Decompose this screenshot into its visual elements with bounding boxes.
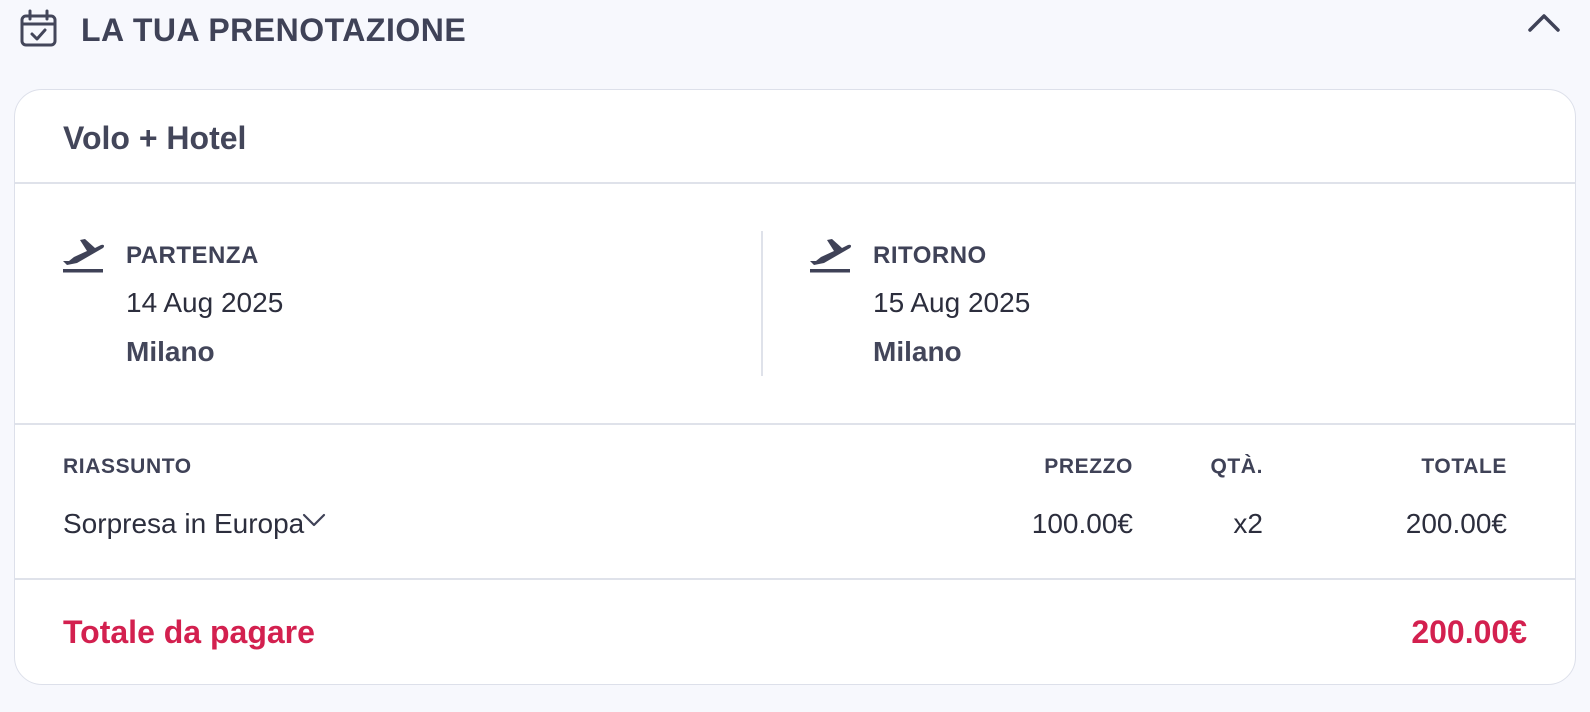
item-total: 200.00€ [1405, 508, 1507, 539]
summary-header-total: TOTALE [1421, 455, 1507, 478]
booking-card: Volo + Hotel PARTENZA 14 Aug 2025 Milano… [14, 89, 1576, 685]
item-qty: x2 [1233, 508, 1263, 539]
return-date: 15 Aug 2025 [873, 287, 1031, 318]
section-title: LA TUA PRENOTAZIONE [81, 12, 467, 48]
booking-header: LA TUA PRENOTAZIONE [0, 0, 1590, 62]
summary-header-qty: QTÀ. [1210, 455, 1263, 478]
chevron-down-icon[interactable] [301, 508, 327, 532]
departure-city: Milano [126, 336, 215, 367]
departure-label: PARTENZA [126, 242, 259, 269]
chevron-up-icon[interactable] [1522, 6, 1566, 40]
column-divider [761, 231, 763, 376]
divider [15, 578, 1575, 580]
summary-header-item: RIASSUNTO [63, 455, 192, 478]
plane-takeoff-icon [810, 239, 852, 273]
departure-date: 14 Aug 2025 [126, 287, 284, 318]
package-title: Volo + Hotel [63, 120, 247, 156]
divider [15, 423, 1575, 425]
item-price: 100.00€ [1031, 508, 1133, 539]
calendar-check-icon [20, 9, 57, 47]
item-name: Sorpresa in Europa [63, 508, 305, 539]
return-city: Milano [873, 336, 962, 367]
return-label: RITORNO [873, 242, 987, 269]
divider [15, 182, 1575, 184]
total-label: Totale da pagare [63, 614, 315, 650]
total-value: 200.00€ [1411, 614, 1527, 650]
plane-takeoff-icon [63, 239, 105, 273]
summary-header-price: PREZZO [1044, 455, 1133, 478]
